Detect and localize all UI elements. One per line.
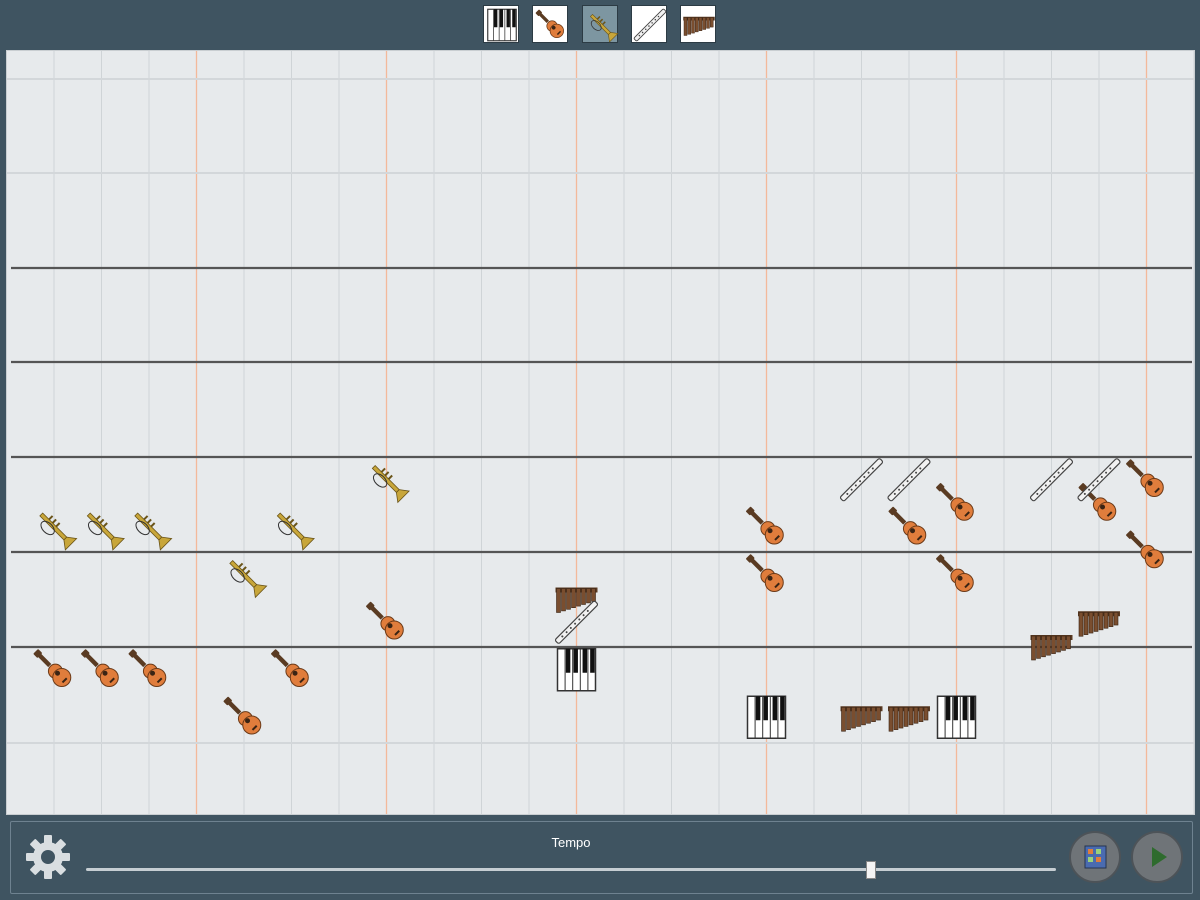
note-guitar[interactable] — [362, 598, 407, 643]
note-guitar[interactable] — [77, 645, 122, 690]
settings-button[interactable] — [23, 832, 73, 882]
layout-button[interactable] — [1069, 831, 1121, 883]
instrument-flute-button[interactable] — [631, 5, 667, 43]
instrument-toolbar — [0, 0, 1200, 48]
piano-icon — [487, 8, 517, 42]
note-piano[interactable] — [746, 695, 787, 739]
note-piano[interactable] — [936, 695, 977, 739]
guitar-icon — [535, 9, 564, 38]
note-trumpet[interactable] — [129, 509, 173, 551]
instrument-guitar-button[interactable] — [532, 5, 568, 43]
note-guitar[interactable] — [932, 479, 977, 524]
note-guitar[interactable] — [742, 550, 787, 595]
note-piano[interactable] — [556, 648, 597, 692]
instrument-trumpet-button[interactable] — [582, 5, 619, 43]
instrument-piano-button[interactable] — [483, 5, 519, 43]
note-trumpet[interactable] — [224, 556, 268, 599]
note-guitar[interactable] — [1122, 455, 1167, 500]
note-guitar[interactable] — [267, 645, 312, 690]
note-trumpet[interactable] — [367, 461, 410, 504]
note-trumpet[interactable] — [82, 509, 125, 551]
note-guitar[interactable] — [124, 645, 169, 690]
note-trumpet[interactable] — [272, 509, 315, 551]
grid-icon — [1084, 845, 1107, 869]
play-icon — [1152, 847, 1167, 867]
play-button[interactable] — [1131, 831, 1183, 883]
note-guitar[interactable] — [219, 693, 264, 738]
tempo-slider-thumb[interactable] — [866, 861, 876, 879]
note-guitar[interactable] — [742, 503, 787, 548]
tempo-label: Tempo — [551, 835, 591, 850]
panflute-icon — [683, 16, 715, 36]
flute-icon — [633, 8, 667, 42]
score-canvas[interactable] — [6, 50, 1195, 815]
note-trumpet[interactable] — [34, 509, 78, 551]
instrument-panflute-button[interactable] — [680, 5, 716, 43]
note-guitar[interactable] — [884, 503, 929, 548]
note-guitar[interactable] — [29, 645, 74, 690]
playback-controls: Tempo — [10, 821, 1193, 894]
trumpet-icon — [589, 13, 619, 43]
gear-icon — [26, 835, 70, 879]
note-guitar[interactable] — [932, 550, 977, 595]
tempo-slider-track[interactable] — [86, 868, 1056, 871]
note-guitar[interactable] — [1122, 526, 1167, 571]
score-grid[interactable] — [7, 51, 1195, 815]
